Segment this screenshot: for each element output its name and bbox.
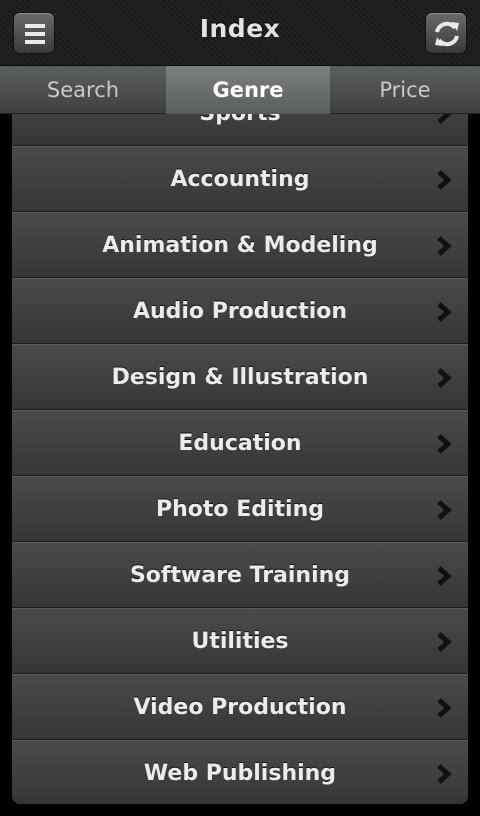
tab-bar: Search Genre Price — [0, 66, 480, 114]
chevron-right-icon — [437, 698, 452, 718]
chevron-right-icon — [437, 236, 452, 256]
list-item-label: Animation & Modeling — [102, 233, 378, 258]
header-bar: Index — [0, 0, 480, 66]
chevron-right-icon — [437, 632, 452, 652]
tab-search[interactable]: Search — [0, 66, 166, 114]
list-item-label: Design & Illustration — [111, 365, 369, 390]
list-item-label: Audio Production — [132, 299, 348, 324]
chevron-right-icon — [437, 114, 452, 124]
list-item[interactable]: Education — [12, 410, 468, 476]
list-item-label: Accounting — [170, 167, 310, 192]
list-item-label: Sports — [12, 114, 468, 147]
list-item-label: Software Training — [129, 563, 351, 588]
chevron-right-icon — [437, 434, 452, 454]
list-item[interactable]: Utilities — [12, 608, 468, 674]
chevron-right-icon — [437, 764, 452, 784]
chevron-right-icon — [437, 302, 452, 322]
chevron-right-icon — [437, 566, 452, 586]
list-item[interactable]: Design & Illustration — [12, 344, 468, 410]
list-item-label: Education — [178, 431, 302, 456]
list-item[interactable]: Accounting — [12, 146, 468, 212]
list-item[interactable]: Web Publishing — [12, 740, 468, 804]
tab-price[interactable]: Price — [330, 66, 480, 114]
list-item[interactable]: Photo Editing — [12, 476, 468, 542]
chevron-right-icon — [437, 500, 452, 520]
page-title: Index — [199, 14, 281, 43]
chevron-right-icon — [437, 170, 452, 190]
list-item[interactable]: Software Training — [12, 542, 468, 608]
tab-genre[interactable]: Genre — [166, 66, 330, 114]
list-item-label: Web Publishing — [143, 761, 337, 786]
refresh-button[interactable] — [425, 12, 467, 54]
genre-list: Sports Accounting Animation & Modeling A… — [12, 114, 468, 804]
list-item-label: Photo Editing — [156, 497, 324, 522]
list-item[interactable]: Audio Production — [12, 278, 468, 344]
chevron-right-icon — [437, 368, 452, 388]
list-item[interactable]: Animation & Modeling — [12, 212, 468, 278]
refresh-icon — [435, 21, 459, 47]
list-item-label: Video Production — [133, 695, 347, 720]
list-item[interactable]: Video Production — [12, 674, 468, 740]
list-item[interactable]: Sports — [12, 114, 468, 146]
list-item-label: Utilities — [191, 629, 289, 654]
